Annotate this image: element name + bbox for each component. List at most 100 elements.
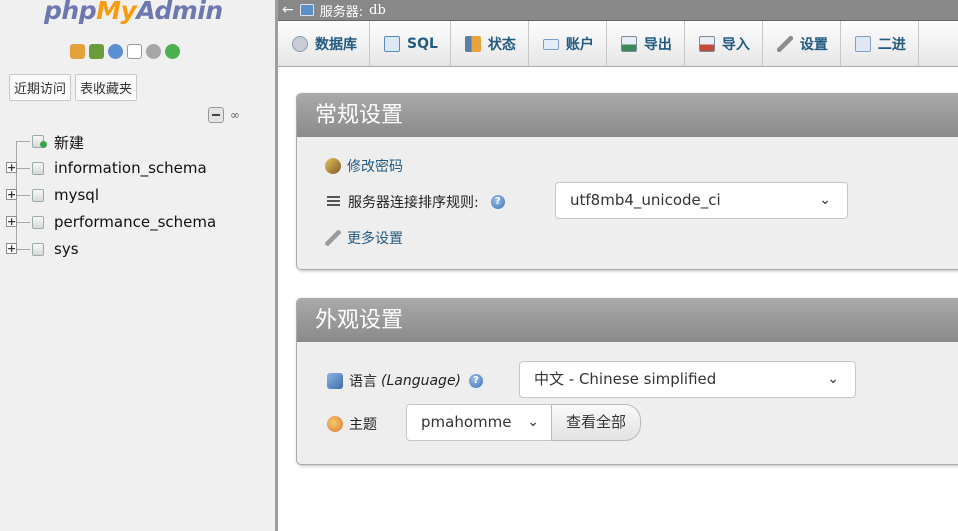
tree-connector [16, 141, 30, 142]
tree-item-label[interactable]: information_schema [54, 159, 207, 177]
phpmyadmin-logo[interactable]: phpMyAdmin [44, 0, 223, 25]
server-icon [299, 4, 314, 16]
back-arrow-icon[interactable]: ← [282, 2, 294, 18]
tab-status[interactable]: 状态 [451, 21, 529, 66]
more-settings-link[interactable]: 更多设置 [347, 228, 403, 248]
expand-icon[interactable]: + [6, 189, 17, 200]
palette-icon [327, 416, 343, 432]
navigation-panel: phpMyAdmin 近期访问 表收藏夹 ∞ 新建 + information_… [0, 0, 275, 531]
favorites-tab[interactable]: 表收藏夹 [75, 74, 138, 101]
collation-select[interactable]: utf8mb4_unicode_ci ⌄ [555, 182, 848, 219]
tree-connector [16, 141, 17, 155]
key-icon [325, 158, 341, 174]
tab-accounts[interactable]: 账户 [529, 21, 607, 66]
language-row: 语言 (Language) ? [327, 371, 484, 391]
database-icon [32, 243, 44, 256]
nav-icon-bar [70, 44, 180, 59]
collation-value: utf8mb4_unicode_ci [570, 191, 721, 209]
tab-label: 设置 [799, 37, 828, 53]
home-icon[interactable] [70, 44, 85, 59]
tree-item-label[interactable]: mysql [54, 186, 99, 204]
theme-label: 主题 [349, 417, 377, 433]
tab-label: 导入 [721, 37, 750, 53]
tab-sql[interactable]: SQL [370, 21, 451, 66]
tab-label: SQL [407, 36, 438, 52]
expand-icon[interactable]: + [6, 216, 17, 227]
more-settings-row: 更多设置 [325, 228, 403, 248]
change-password-row: 修改密码 [325, 156, 403, 176]
import-icon [698, 36, 715, 52]
sql-icon [384, 36, 400, 52]
help-icon[interactable]: ? [490, 195, 505, 209]
tree-item-information-schema[interactable]: + information_schema [0, 155, 275, 182]
database-icon [292, 36, 308, 52]
nav-tabs: 近期访问 表收藏夹 [9, 74, 138, 101]
exit-icon[interactable] [89, 44, 104, 59]
tab-binlog[interactable]: 二进 [841, 21, 919, 66]
collapse-all-icon[interactable] [208, 107, 224, 123]
tree-item-mysql[interactable]: + mysql [0, 182, 275, 209]
tab-import[interactable]: 导入 [685, 21, 763, 66]
recent-tab[interactable]: 近期访问 [9, 74, 72, 101]
tree-connector [16, 195, 30, 196]
chevron-down-icon: ⌄ [527, 414, 539, 430]
theme-select[interactable]: pmahomme ⌄ [406, 404, 552, 441]
change-password-link[interactable]: 修改密码 [347, 156, 403, 176]
database-icon [32, 216, 44, 229]
language-select[interactable]: 中文 - Chinese simplified ⌄ [519, 361, 856, 398]
panel-resize-handle[interactable] [275, 0, 278, 531]
collation-row: 服务器连接排序规则: ? [327, 192, 505, 212]
tab-label: 数据库 [315, 37, 357, 53]
logo-my: My [96, 0, 137, 25]
logo-admin: Admin [136, 0, 223, 25]
link-with-main-icon[interactable]: ∞ [230, 108, 240, 122]
help-icon[interactable] [108, 44, 123, 59]
database-icon [32, 189, 44, 202]
tree-item-new[interactable]: 新建 [0, 128, 275, 155]
language-icon [327, 373, 343, 389]
accounts-icon [542, 38, 559, 50]
tab-label: 导出 [643, 37, 672, 53]
docs-icon[interactable] [127, 44, 142, 59]
reload-icon[interactable] [165, 44, 180, 59]
tab-export[interactable]: 导出 [607, 21, 685, 66]
general-settings-panel: 常规设置 修改密码 服务器连接排序规则: ? utf8mb4_unicode_c… [296, 93, 958, 270]
top-menu: 数据库 SQL 状态 账户 导出 导入 设置 二进 [278, 21, 958, 67]
tab-databases[interactable]: 数据库 [278, 21, 370, 66]
appearance-settings-title: 外观设置 [297, 299, 958, 342]
collation-label: 服务器连接排序规则: [348, 195, 479, 211]
tree-connector [16, 222, 30, 223]
tree-item-sys[interactable]: + sys [0, 236, 275, 263]
list-icon [327, 196, 340, 208]
tree-item-label[interactable]: sys [54, 240, 79, 258]
wrench-icon [325, 230, 341, 246]
chevron-down-icon: ⌄ [819, 192, 831, 208]
language-label-english: (Language) [381, 373, 462, 389]
nav-controls: ∞ [208, 107, 240, 123]
breadcrumb: ← 服务器: db [278, 0, 958, 21]
expand-icon[interactable]: + [6, 162, 17, 173]
tree-item-label[interactable]: 新建 [54, 132, 84, 153]
tree-connector [16, 249, 30, 250]
tree-item-performance-schema[interactable]: + performance_schema [0, 209, 275, 236]
settings-icon[interactable] [146, 44, 161, 59]
tab-label: 账户 [565, 37, 594, 53]
general-settings-title: 常规设置 [297, 94, 958, 137]
status-icon [464, 36, 481, 52]
new-badge-icon [40, 141, 47, 148]
server-name[interactable]: db [369, 3, 386, 18]
tab-settings[interactable]: 设置 [763, 21, 841, 66]
language-value: 中文 - Chinese simplified [534, 370, 717, 388]
expand-icon[interactable]: + [6, 243, 17, 254]
logo-php: php [44, 0, 97, 25]
database-tree: 新建 + information_schema + mysql + perfor… [0, 128, 275, 263]
server-label[interactable]: 服务器: [320, 1, 363, 20]
tab-label: 二进 [877, 37, 906, 53]
export-icon [620, 36, 637, 52]
tree-item-label[interactable]: performance_schema [54, 213, 216, 231]
appearance-settings-panel: 外观设置 语言 (Language) ? 中文 - Chinese simpli… [296, 298, 958, 465]
help-icon[interactable]: ? [469, 374, 484, 388]
binlog-icon [854, 36, 871, 52]
chevron-down-icon: ⌄ [827, 371, 839, 387]
view-all-themes-button[interactable]: 查看全部 [551, 404, 642, 441]
